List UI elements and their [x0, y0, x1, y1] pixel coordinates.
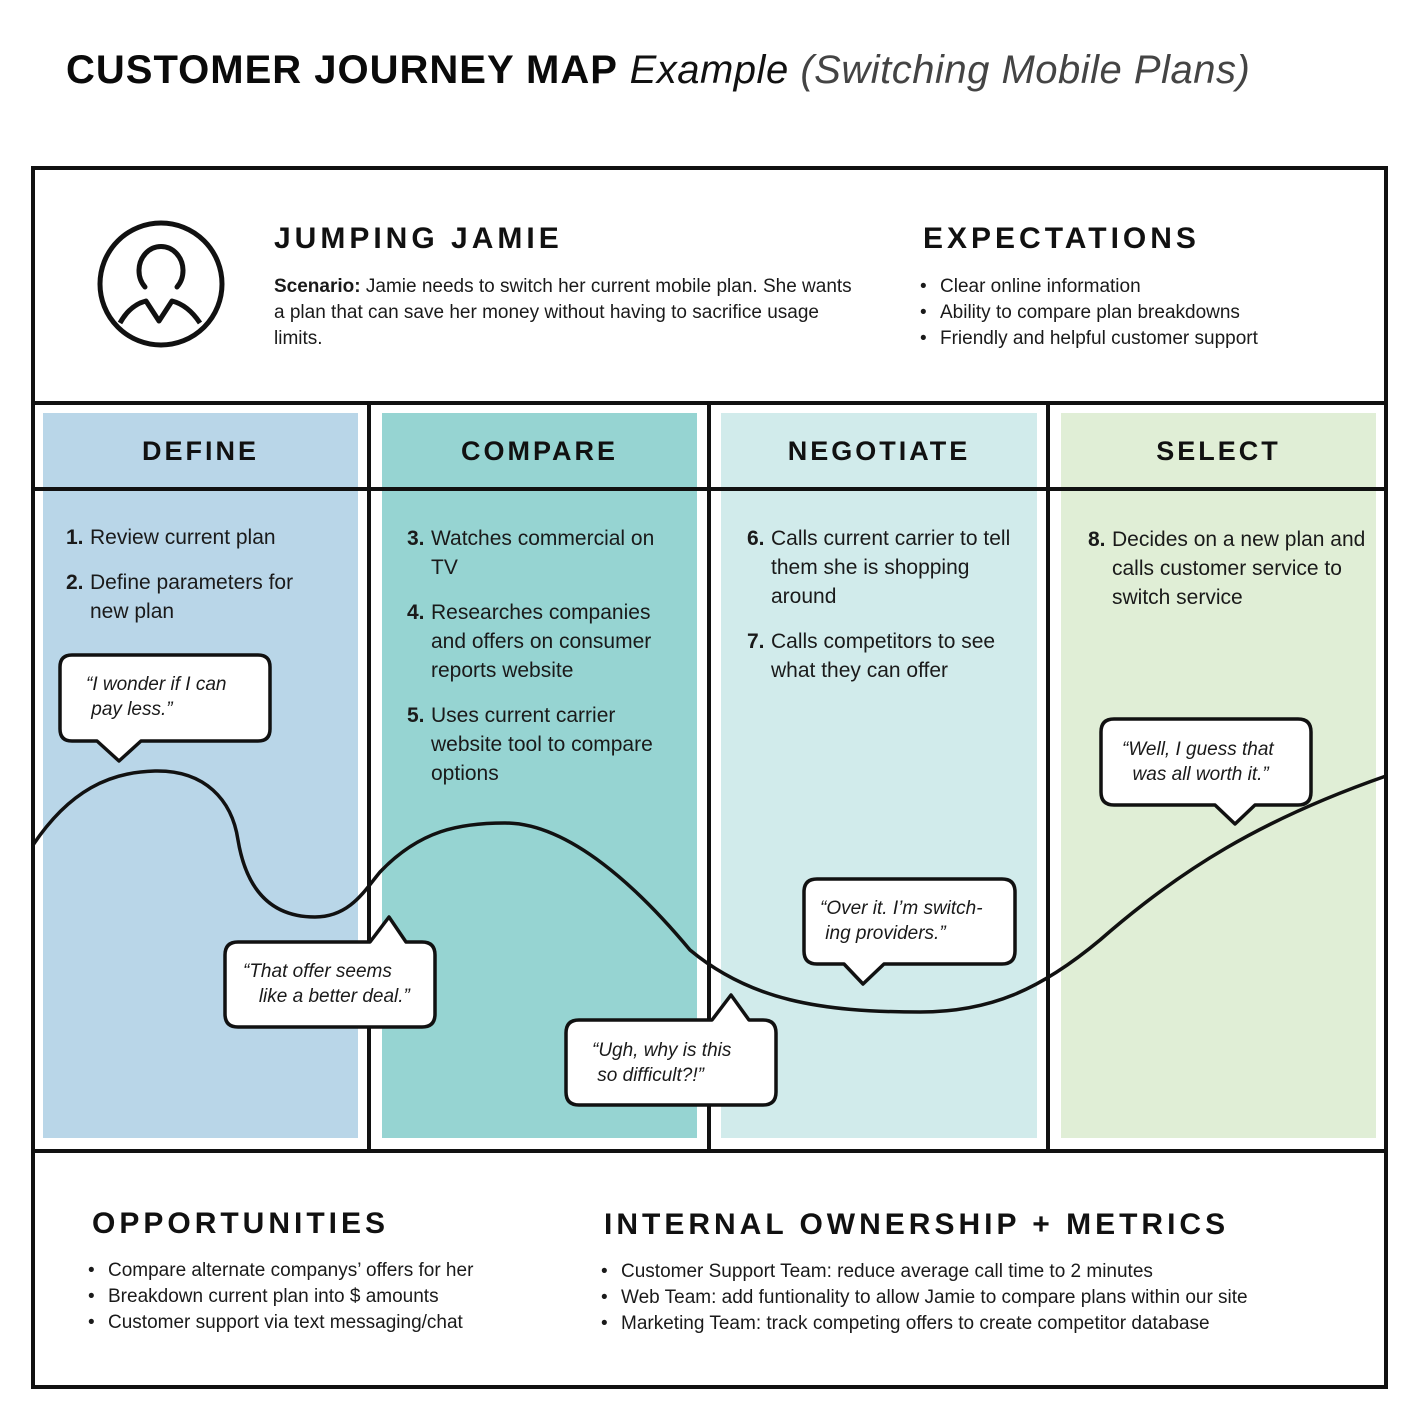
emotion-quote-2: “That offer seems like a better deal.”: [243, 961, 410, 1007]
steps-define: 1. Review current plan 2. Define parameter…: [66, 523, 336, 642]
steps-negotiate: 6. Calls current carrier to tell them she…: [747, 524, 1017, 701]
emotion-quote-1: “I wonder if I can pay less.”: [86, 674, 227, 720]
page-title: CUSTOMER JOURNEY MAP Example (Switching …: [66, 48, 1250, 93]
step-item: 3. Watches commercial on TV: [407, 527, 655, 579]
title-example: Example: [629, 48, 789, 92]
title-subtitle: (Switching Mobile Plans): [800, 48, 1251, 92]
user-avatar-icon: [97, 220, 225, 348]
scenario-label: Scenario:: [274, 276, 361, 297]
stage-title-define: DEFINE: [141, 436, 259, 466]
metrics-list: Customer Support Team: reduce average ca…: [601, 1259, 1248, 1337]
steps-select: 8. Decides on a new plan and calls custom…: [1088, 525, 1373, 628]
metrics-title: INTERNAL OWNERSHIP + METRICS: [604, 1208, 1230, 1241]
expectations-list: Clear online information Ability to comp…: [920, 274, 1258, 352]
stage-title-compare: COMPARE: [460, 436, 618, 466]
step-item: 2. Define parameters for new plan: [66, 571, 294, 623]
stage-title-negotiate: NEGOTIATE: [787, 436, 971, 466]
persona-name: JUMPING JAMIE: [274, 222, 563, 255]
step-item: 8. Decides on a new plan and calls custom…: [1088, 528, 1366, 609]
steps-compare: 3. Watches commercial on TV 4. Researches …: [407, 524, 682, 804]
step-item: 1. Review current plan: [66, 526, 276, 549]
title-main: CUSTOMER JOURNEY MAP: [66, 48, 618, 92]
expectation-item: Ability to compare plan breakdowns: [920, 300, 1258, 326]
metric-item: Customer Support Team: reduce average ca…: [601, 1259, 1248, 1285]
emotion-quote-4: “Over it. I’m switch- ing providers.”: [820, 898, 983, 944]
scenario-text: Jamie needs to switch her current mobile…: [274, 276, 852, 349]
opportunities-title: OPPORTUNITIES: [92, 1207, 390, 1240]
metric-item: Web Team: add funtionality to allow Jami…: [601, 1285, 1248, 1311]
expectations-title: EXPECTATIONS: [923, 222, 1200, 255]
step-item: 4. Researches companies and offers on con…: [407, 601, 652, 682]
step-item: 7. Calls competitors to see what they can…: [747, 630, 996, 682]
opportunity-item: Customer support via text messaging/chat: [88, 1310, 473, 1336]
opportunities-list: Compare alternate companys’ offers for h…: [88, 1258, 473, 1336]
step-item: 5. Uses current carrier website tool to c…: [407, 704, 653, 785]
expectation-item: Clear online information: [920, 274, 1258, 300]
opportunity-item: Breakdown current plan into $ amounts: [88, 1284, 473, 1310]
expectation-item: Friendly and helpful customer support: [920, 326, 1258, 352]
emotion-quote-3: “Ugh, why is this so difficult?!”: [592, 1040, 732, 1086]
metric-item: Marketing Team: track competing offers t…: [601, 1311, 1248, 1337]
opportunity-item: Compare alternate companys’ offers for h…: [88, 1258, 473, 1284]
stage-title-select: SELECT: [1156, 436, 1281, 466]
step-item: 6. Calls current carrier to tell them she…: [747, 527, 1011, 608]
divider-col-1: [367, 401, 371, 1153]
emotion-quote-5: “Well, I guess that was all worth it.”: [1122, 739, 1274, 785]
persona-scenario: Scenario: Jamie needs to switch her curr…: [274, 274, 854, 352]
divider-col-3: [1046, 401, 1050, 1153]
